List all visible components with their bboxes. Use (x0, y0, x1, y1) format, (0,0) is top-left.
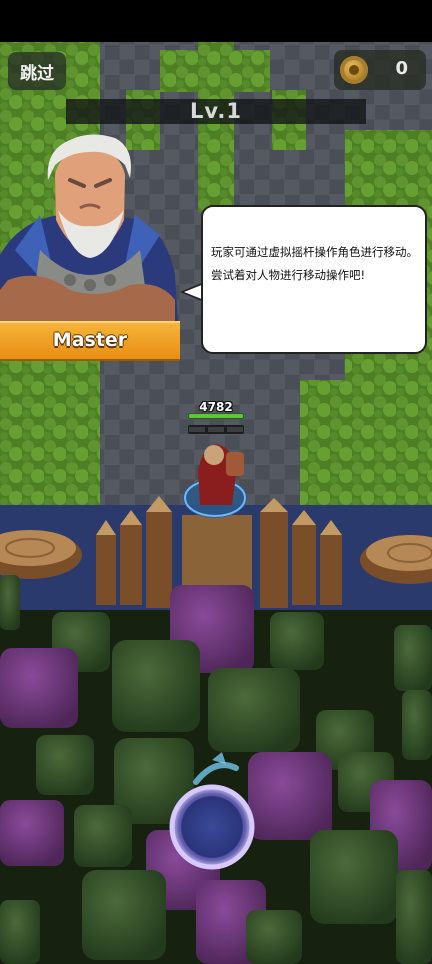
skip-button[interactable]: 跳过 (8, 52, 66, 90)
gold-coin-icon (340, 56, 368, 84)
player-hp-value: 4782 (199, 400, 233, 414)
coin-counter: 0 (334, 50, 426, 90)
tutorial-speech-bubble[interactable]: 玩家可通过虚拟摇杆操作角色进行移动。尝试着对人物进行移动操作吧! (201, 205, 427, 354)
game-world (0, 0, 432, 964)
speaker-name-plate: Master (0, 321, 180, 361)
level-indicator: Lv.1 (66, 99, 366, 124)
coin-count: 0 (395, 58, 408, 79)
tutorial-message: 玩家可通过虚拟摇杆操作角色进行移动。尝试着对人物进行移动操作吧! (211, 245, 418, 282)
game-screen: 跳过 0 Lv.1 Master 玩家可通过虚拟摇杆操作角色进行移动。尝试着对人… (0, 0, 432, 964)
